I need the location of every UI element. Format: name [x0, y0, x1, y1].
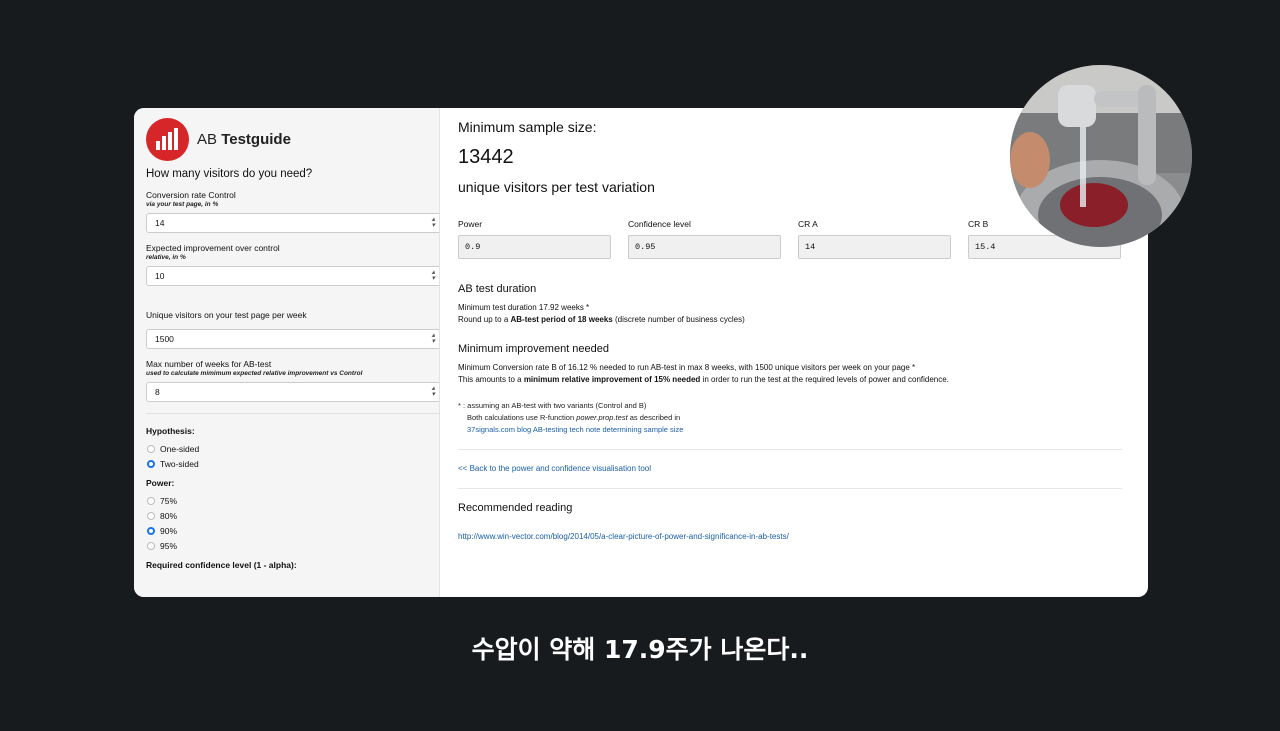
radio-power-80[interactable]: 80%	[146, 508, 427, 523]
readout-label: Power	[458, 219, 483, 229]
confidence-input[interactable]: 0.95	[628, 235, 781, 259]
reference-link[interactable]: 37signals.com blog AB-testing tech note …	[458, 424, 1138, 436]
cr-a-readout: CR A 14	[798, 219, 951, 259]
readout-label: Confidence level	[628, 219, 691, 229]
radio-label: 75%	[160, 495, 178, 506]
select-value: 14	[155, 218, 165, 228]
footnote: * : assuming an AB-test with two variant…	[458, 400, 1138, 436]
radio-selected-icon[interactable]	[147, 459, 155, 468]
group-title: Hypothesis:	[146, 426, 195, 436]
calculator-card: AB Testguide How many visitors do you ne…	[134, 108, 1148, 597]
footnote-line-1: * : assuming an AB-test with two variant…	[458, 401, 647, 410]
improvement-line-1: Minimum Conversion rate B of 16.12 % nee…	[458, 363, 916, 372]
radio-two-sided[interactable]: Two-sided	[146, 456, 427, 471]
max-weeks-select[interactable]: 8 ▴ ▾	[146, 382, 439, 402]
video-caption: 수압이 약해 17.9주가 나온다..	[471, 635, 809, 664]
field-label: Max number of weeks for AB-test	[146, 359, 272, 369]
footnote-line-2: Both calculations use R-function power.p…	[467, 413, 681, 422]
hypothesis-group: Hypothesis: One-sided Two-sided	[146, 426, 427, 471]
readout-label: CR A	[798, 219, 818, 229]
radio-icon[interactable]	[147, 541, 155, 550]
field-sublabel: relative, in %	[146, 254, 186, 261]
radio-label: 95%	[160, 540, 178, 551]
radio-label: Two-sided	[160, 458, 199, 469]
cr-a-input[interactable]: 14	[798, 235, 951, 259]
improvement-line-2: This amounts to a minimum relative impro…	[458, 375, 949, 384]
divider	[146, 413, 439, 414]
field-sublabel: via your test page, in %	[146, 201, 219, 208]
field-label: Conversion rate Control	[146, 190, 236, 200]
group-title: Power:	[146, 478, 175, 488]
confidence-readout: Confidence level 0.95	[628, 219, 781, 259]
radio-power-75[interactable]: 75%	[146, 493, 427, 508]
reading-link[interactable]: http://www.win-vector.com/blog/2014/05/a…	[458, 531, 1138, 543]
radio-label: 80%	[160, 510, 178, 521]
radio-icon[interactable]	[147, 444, 155, 453]
duration-title: AB test duration	[458, 283, 537, 295]
power-readout: Power 0.9	[458, 219, 611, 259]
conversion-rate-field: Conversion rate Control via your test pa…	[146, 190, 439, 233]
max-weeks-field: Max number of weeks for AB-test used to …	[146, 359, 439, 402]
radio-icon[interactable]	[147, 496, 155, 505]
select-value: 1500	[155, 334, 174, 344]
faucet-photo	[1010, 65, 1192, 247]
radio-icon[interactable]	[147, 511, 155, 520]
faucet-photo-illustration	[1010, 65, 1192, 247]
unique-visitors-select[interactable]: 1500 ▴ ▾	[146, 329, 439, 349]
brand-name: Testguide	[221, 130, 291, 148]
radio-label: 90%	[160, 525, 178, 536]
updown-chevron-icon: ▴ ▾	[431, 385, 435, 398]
parameter-readouts: Power 0.9 Confidence level 0.95 CR A 14 CR …	[458, 219, 1138, 259]
field-sublabel: used to calculate mimimum expected relat…	[146, 370, 363, 377]
reading-title: Recommended reading	[458, 502, 573, 514]
ab-testguide-logo-icon	[146, 117, 189, 161]
updown-chevron-icon: ▴ ▾	[431, 332, 435, 345]
divider	[458, 488, 1122, 489]
radio-label: One-sided	[160, 443, 200, 454]
unique-visitors-field: Unique visitors on your test page per we…	[146, 310, 439, 349]
conversion-rate-select[interactable]: 14 ▴ ▾	[146, 213, 439, 233]
radio-one-sided[interactable]: One-sided	[146, 441, 427, 456]
expected-improvement-select[interactable]: 10 ▴ ▾	[146, 266, 439, 286]
duration-line-2: Round up to a AB-test period of 18 weeks…	[458, 315, 745, 324]
select-value: 10	[155, 271, 165, 281]
sidebar-heading: How many visitors do you need?	[146, 168, 313, 180]
updown-chevron-icon: ▴ ▾	[431, 216, 435, 229]
select-value: 8	[155, 387, 160, 397]
brand[interactable]: AB Testguide	[146, 117, 427, 161]
divider	[458, 449, 1122, 450]
confidence-title: Required confidence level (1 - alpha):	[146, 560, 297, 570]
power-group: Power: 75% 80% 90% 95%	[146, 478, 427, 553]
field-label: Expected improvement over control	[146, 243, 280, 253]
field-label: Unique visitors on your test page per we…	[146, 310, 307, 320]
expected-improvement-field: Expected improvement over control relati…	[146, 243, 439, 286]
radio-power-90[interactable]: 90%	[146, 523, 427, 538]
improvement-title: Minimum improvement needed	[458, 343, 610, 355]
power-input[interactable]: 0.9	[458, 235, 611, 259]
radio-power-95[interactable]: 95%	[146, 538, 427, 553]
sidebar: AB Testguide How many visitors do you ne…	[134, 108, 440, 597]
brand-prefix: AB	[197, 130, 218, 148]
updown-chevron-icon: ▴ ▾	[431, 269, 435, 282]
radio-selected-icon[interactable]	[147, 526, 155, 535]
duration-line-1: Minimum test duration 17.92 weeks *	[458, 303, 590, 312]
back-link[interactable]: << Back to the power and confidence visu…	[458, 463, 1138, 475]
